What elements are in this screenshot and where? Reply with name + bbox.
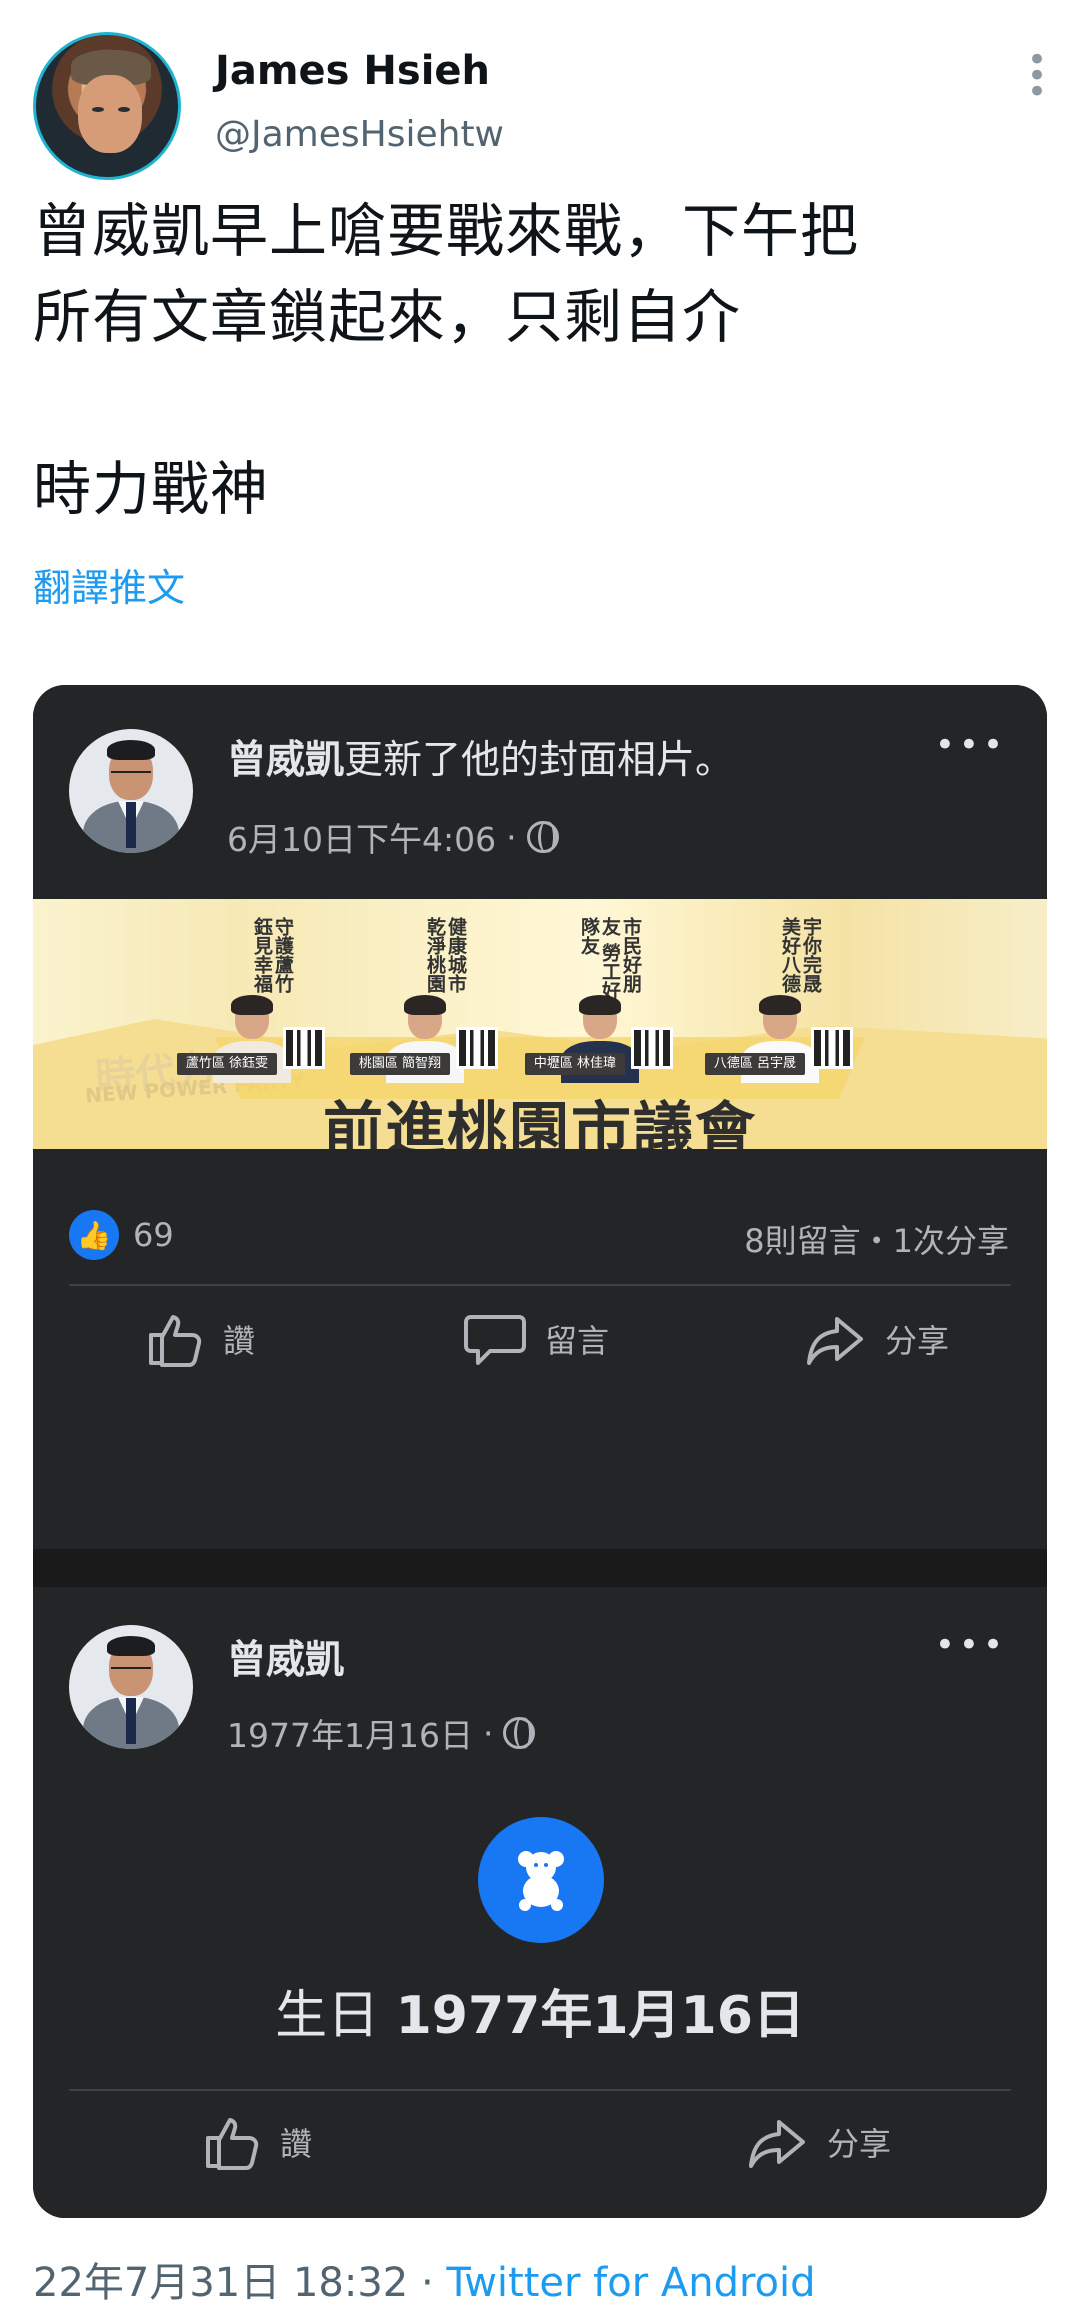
author-avatar[interactable]	[33, 32, 181, 180]
divider	[69, 1284, 1011, 1286]
candidate-district-label: 中壢區 林佳瑋	[525, 1053, 625, 1075]
candidate-district-label: 八德區 呂宇晟	[705, 1053, 805, 1075]
candidate-card: 守護蘆竹 鈺見幸福 蘆竹區 徐鈺雯	[165, 899, 345, 1083]
post-meta: 6月10日下午4:06 ·	[227, 813, 559, 861]
facebook-profile-avatar[interactable]	[69, 1625, 193, 1749]
facebook-profile-avatar[interactable]	[69, 729, 193, 853]
comment-icon	[464, 1315, 526, 1365]
post-author-name[interactable]: 曾威凱	[227, 1629, 344, 1685]
post-author-line: 曾威凱更新了他的封面相片。	[227, 729, 734, 785]
qr-code-icon	[456, 1027, 498, 1069]
tweet-source-link[interactable]: Twitter for Android	[446, 2260, 815, 2306]
avatar-face	[78, 75, 142, 153]
birthday-date: 1977年1月16日	[395, 1986, 805, 2046]
post-date[interactable]: 6月10日下午4:06	[227, 813, 496, 861]
author-name[interactable]: James Hsieh	[215, 48, 490, 94]
like-button[interactable]: 讚	[141, 1307, 255, 1371]
candidate-slogan: 守護蘆竹 鈺見幸福	[251, 917, 294, 993]
thumbs-up-icon	[206, 2118, 259, 2170]
tweet-header: James Hsieh @JamesHsiehtw • • •	[33, 32, 1047, 182]
facebook-post-cover-update: 曾威凱更新了他的封面相片。 6月10日下午4:06 · ••• 時代力 NEW P…	[33, 685, 1047, 1549]
share-label: 分享	[827, 2125, 892, 2163]
more-horizontal-icon[interactable]: •••	[935, 1625, 1007, 1665]
like-reaction-icon: 👍	[69, 1210, 119, 1260]
avatar-tie	[126, 1698, 136, 1744]
like-label: 讚	[280, 2125, 313, 2163]
avatar-tie	[126, 802, 136, 848]
qr-code-icon	[631, 1027, 673, 1069]
post-separator	[33, 1549, 1047, 1587]
share-icon	[807, 1317, 863, 1365]
candidate-slogan: 市民好朋友 勞工好隊友	[578, 917, 642, 1000]
comment-share-count[interactable]: 8則留言・1次分享	[744, 1216, 1009, 1262]
cover-photo[interactable]: 時代力 NEW POWER PARTY 守護蘆竹 鈺見幸福 蘆竹區 徐鈺雯 健康…	[33, 899, 1047, 1149]
birthday-icon-circle	[478, 1817, 604, 1943]
share-icon	[749, 2120, 805, 2168]
post-meta: 1977年1月16日 ·	[227, 1709, 536, 1757]
post-author-name[interactable]: 曾威凱	[227, 738, 344, 783]
thumbs-up-icon	[149, 1315, 202, 1367]
more-horizontal-icon[interactable]: •••	[935, 725, 1007, 765]
candidate-card: 宇你完晟 美好八德 八德區 呂宇晟	[693, 899, 873, 1083]
meta-separator: ·	[408, 2260, 447, 2306]
avatar-hair	[107, 1636, 155, 1656]
globe-icon	[503, 1717, 536, 1749]
globe-icon	[526, 821, 559, 853]
like-button[interactable]: 讚	[198, 2110, 312, 2174]
avatar-glasses	[111, 1667, 151, 1675]
avatar-eye	[92, 107, 104, 112]
candidate-card: 健康城市 乾淨桃園 桃園區 簡智翔	[338, 899, 518, 1083]
avatar-eye	[118, 107, 130, 112]
avatar-glasses	[111, 771, 151, 779]
share-button[interactable]: 分享	[745, 2110, 891, 2174]
tweet-text: 曾威凱早上嗆要戰來戰，下午把 所有文章鎖起來，只剩自介 時力戰神	[33, 197, 860, 523]
candidate-card: 市民好朋友 勞工好隊友 中壢區 林佳瑋	[513, 899, 693, 1083]
tweet-timestamp[interactable]: 22年7月31日 18:32	[33, 2260, 408, 2306]
facebook-post-birthday: 曾威凱 1977年1月16日 · ••• 生日 1977年1月16日 讚 分享	[33, 1587, 1047, 2218]
teddy-bear-icon	[518, 1851, 564, 1911]
share-label: 分享	[885, 1322, 950, 1360]
share-button[interactable]: 分享	[803, 1307, 949, 1371]
like-count: 69	[133, 1216, 174, 1254]
divider	[69, 2089, 1011, 2091]
author-handle[interactable]: @JamesHsiehtw	[215, 114, 504, 155]
comment-button[interactable]: 留言	[463, 1307, 609, 1371]
meta-dot: ·	[506, 817, 517, 857]
comment-label: 留言	[545, 1322, 610, 1360]
translate-tweet-link[interactable]: 翻譯推文	[33, 557, 185, 612]
post-date[interactable]: 1977年1月16日	[227, 1709, 473, 1757]
candidate-district-label: 桃園區 簡智翔	[350, 1053, 450, 1075]
more-vertical-icon[interactable]: • • •	[1027, 43, 1047, 109]
birthday-label: 生日	[275, 1986, 380, 2046]
embedded-facebook-screenshot: 曾威凱更新了他的封面相片。 6月10日下午4:06 · ••• 時代力 NEW P…	[33, 685, 1047, 2218]
birthday-text: 生日 1977年1月16日	[33, 1973, 1047, 2048]
meta-dot: ·	[482, 1713, 494, 1753]
candidate-slogan: 宇你完晟 美好八德	[779, 917, 822, 993]
tweet-metadata: 22年7月31日 18:32 · Twitter for Android	[33, 2250, 816, 2308]
candidate-district-label: 蘆竹區 徐鈺雯	[177, 1053, 277, 1075]
post-action-text: 更新了他的封面相片。	[344, 738, 735, 783]
reaction-summary[interactable]: 👍 69	[69, 1210, 174, 1260]
cover-headline: 前進桃園市議會	[323, 1096, 757, 1149]
qr-code-icon	[283, 1027, 325, 1069]
candidate-slogan: 健康城市 乾淨桃園	[424, 917, 467, 993]
qr-code-icon	[811, 1027, 853, 1069]
like-label: 讚	[223, 1322, 256, 1360]
avatar-hair	[107, 740, 155, 760]
